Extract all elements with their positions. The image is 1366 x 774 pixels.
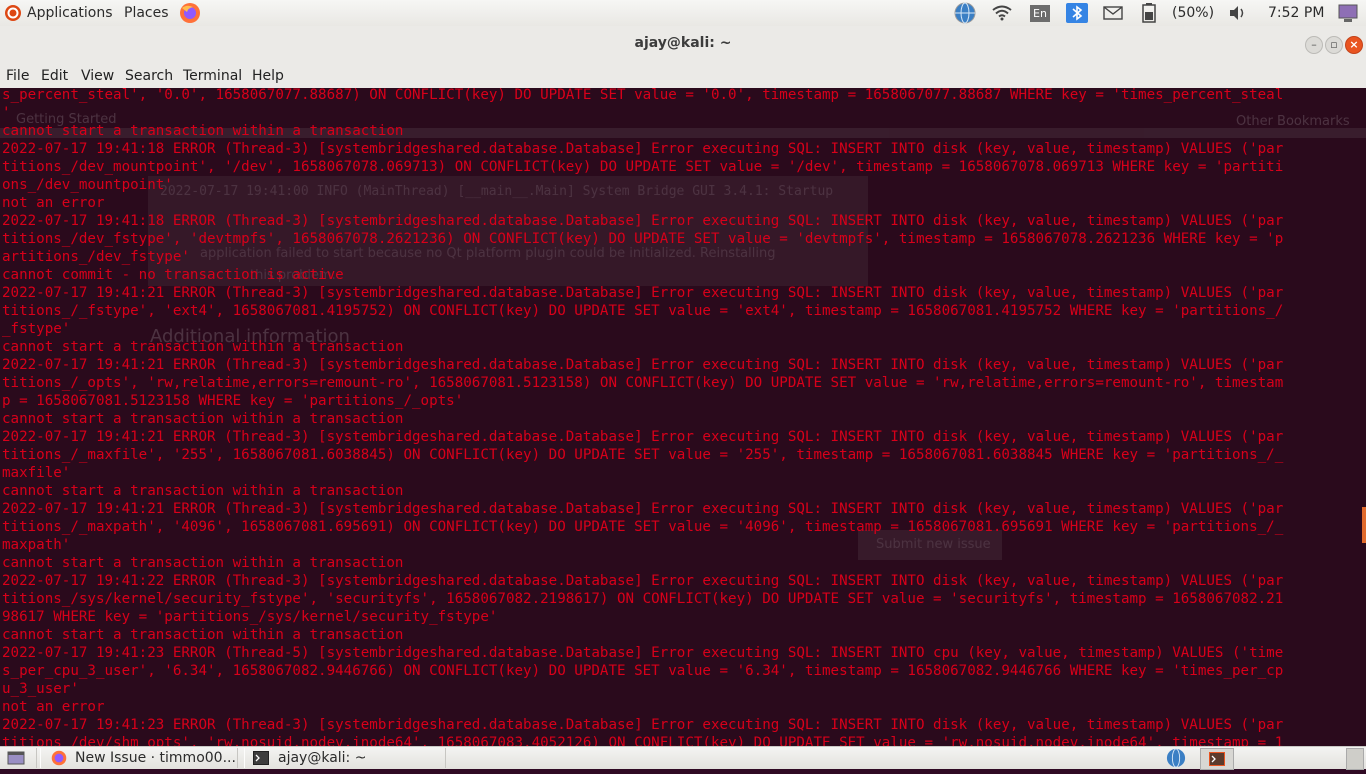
workspace-globe-button[interactable] [1160,748,1194,768]
terminal-line: titions_/dev_mountpoint', '/dev', 165806… [2,159,1284,175]
terminal-line: cannot start a transaction within a tran… [2,123,404,139]
ghost-other-bookmarks: Other Bookmarks [1236,114,1350,129]
terminal-line: maxfile' [2,465,71,481]
bluetooth-icon [1066,3,1088,23]
terminal-line: not an error [2,195,105,211]
taskbar-item-label: ajay@kali: ~ [278,750,367,766]
close-button[interactable]: × [1345,36,1363,54]
terminal-line: ons_/dev_mountpoint' [2,177,173,193]
workspace-switcher[interactable] [1346,748,1364,770]
wifi-icon [992,5,1012,21]
language-label: En [1030,5,1050,22]
terminal-line: 2022-07-17 19:41:22 ERROR (Thread-3) [sy… [2,573,1284,589]
terminal-line: maxpath' [2,537,71,553]
menu-terminal[interactable]: Terminal [183,68,242,84]
terminal-line: 2022-07-17 19:41:21 ERROR (Thread-3) [sy… [2,429,1284,445]
terminal-line: titions_/_fstype', 'ext4', 1658067081.41… [2,303,1284,319]
maximize-icon: ▫ [1330,38,1338,51]
terminal-line: cannot start a transaction within a tran… [2,339,404,355]
show-desktop-icon [7,751,25,765]
terminal-line: 2022-07-17 19:41:21 ERROR (Thread-3) [sy… [2,501,1284,517]
firefox-icon [180,3,200,23]
terminal-icon [1209,752,1225,766]
window-title: ajay@kali: ~ [634,35,732,51]
menu-bar: File Edit View Search Terminal Help [0,64,1366,88]
terminal-line: cannot start a transaction within a tran… [2,483,404,499]
menu-edit[interactable]: Edit [41,68,68,84]
wifi-button[interactable] [992,0,1012,26]
firefox-launcher[interactable] [179,0,201,26]
maximize-button[interactable]: ▫ [1325,36,1343,54]
terminal-line: 98617 WHERE key = 'partitions_/sys/kerne… [2,609,498,625]
minimize-icon: – [1311,38,1317,51]
bluetooth-button[interactable] [1066,0,1088,26]
battery-button[interactable] [1142,0,1156,26]
menu-view[interactable]: View [81,68,114,84]
terminal-line: p = 1658067081.5123158 WHERE key = 'part… [2,393,464,409]
terminal-line: ' [2,105,11,121]
terminal-line: cannot start a transaction within a tran… [2,411,404,427]
menu-search[interactable]: Search [125,68,173,84]
terminal-line: titions_/dev/shm_opts', 'rw,nosuid,nodev… [2,735,1284,746]
user-screen-icon [1338,4,1358,22]
minimize-button[interactable]: – [1305,36,1323,54]
terminal-line: 2022-07-17 19:41:18 ERROR (Thread-3) [sy… [2,213,1284,229]
close-icon: × [1349,38,1359,51]
top-panel: Applications Places En (50%) 7:52 PM [0,0,1366,26]
volume-icon [1230,6,1244,20]
terminal-line: titions_/_maxfile', '255', 1658067081.60… [2,447,1284,463]
terminal-line: 2022-07-17 19:41:23 ERROR (Thread-3) [sy… [2,717,1284,733]
ghost-submit-label: Submit new issue [876,537,991,552]
workspace-terminal-button[interactable] [1200,748,1234,770]
ghost-qt-line: application failed to start because no Q… [200,246,776,261]
kali-logo-icon [5,5,21,21]
terminal-line: cannot start a transaction within a tran… [2,627,404,643]
window-titlebar[interactable]: ajay@kali: ~ – ▫ × [0,26,1366,64]
applications-label: Applications [27,5,113,21]
menu-file[interactable]: File [6,68,29,84]
terminal-scrollbar[interactable] [1362,507,1366,543]
keyboard-layout-button[interactable]: En [1030,0,1050,26]
globe-icon [954,2,976,24]
mail-icon [1103,6,1123,20]
mail-button[interactable] [1103,0,1123,26]
terminal-line: titions_/_opts', 'rw,relatime,errors=rem… [2,375,1284,391]
terminal-line: titions_/_maxpath', '4096', 1658067081.6… [2,519,1284,535]
terminal-line: 2022-07-17 19:41:21 ERROR (Thread-3) [sy… [2,285,1284,301]
terminal-line: 2022-07-17 19:41:23 ERROR (Thread-5) [sy… [2,645,1284,661]
terminal-line: titions_/sys/kernel/security_fstype', 's… [2,591,1284,607]
show-desktop-button[interactable] [0,748,37,768]
terminal-line: s_percent_steal', '0.0', 1658067077.8868… [2,88,1284,103]
battery-icon [1142,3,1156,23]
volume-button[interactable] [1229,0,1247,26]
terminal-line: 2022-07-17 19:41:18 ERROR (Thread-3) [sy… [2,141,1284,157]
ghost-startup-line: 2022-07-17 19:41:00 INFO (MainThread) [_… [160,184,834,199]
menu-help[interactable]: Help [252,68,284,84]
terminal-line: u_3_user' [2,681,79,697]
taskbar-item-firefox[interactable]: New Issue · timmo00... [40,748,238,768]
terminal-line: cannot start a transaction within a tran… [2,555,404,571]
user-menu-button[interactable] [1338,0,1358,26]
firefox-icon [51,750,67,766]
terminal-output[interactable]: Getting Started Other Bookmarks 2022-07-… [0,88,1366,746]
taskbar-item-label: New Issue · timmo00... [75,750,236,766]
taskbar-item-terminal[interactable]: ajay@kali: ~ [244,748,446,768]
clock[interactable]: 7:52 PM [1268,0,1324,26]
terminal-line: titions_/dev_fstype', 'devtmpfs', 165806… [2,231,1284,247]
terminal-line: _fstype' [2,321,71,337]
terminal-line: cannot commit - no transaction is active [2,267,344,283]
terminal-icon [253,751,269,765]
bottom-taskbar: New Issue · timmo00... ajay@kali: ~ [0,746,1366,770]
terminal-line: s_per_cpu_3_user', '6.34', 1658067082.94… [2,663,1284,679]
terminal-line: not an error [2,699,105,715]
battery-percent: (50%) [1172,5,1215,21]
globe-icon [1166,748,1186,768]
network-globe-button[interactable] [954,0,976,26]
places-menu[interactable]: Places [124,0,169,26]
terminal-line: 2022-07-17 19:41:21 ERROR (Thread-3) [sy… [2,357,1284,373]
terminal-line: artitions_/dev_fstype' [2,249,190,265]
